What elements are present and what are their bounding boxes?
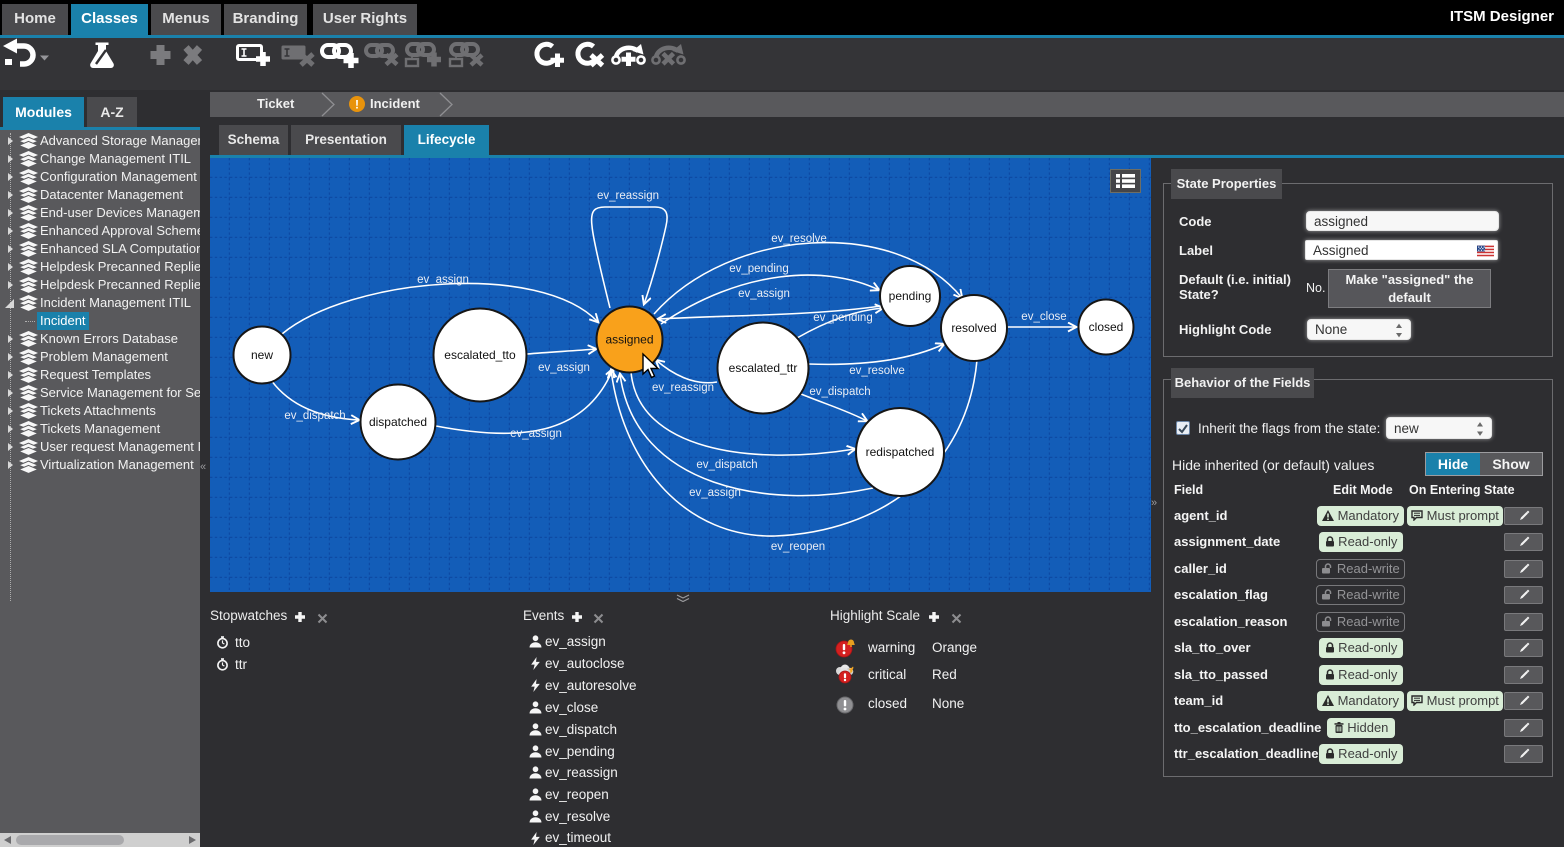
- svg-text:ev_dispatch: ev_dispatch: [696, 459, 757, 471]
- svg-text:ev_assign: ev_assign: [689, 487, 741, 499]
- svg-text:dispatched: dispatched: [369, 415, 427, 429]
- svg-text:new: new: [251, 348, 273, 362]
- svg-text:escalated_ttr: escalated_ttr: [729, 361, 798, 375]
- svg-text:ev_assign: ev_assign: [510, 428, 562, 440]
- svg-text:ev_pending: ev_pending: [813, 312, 872, 324]
- svg-text:pending: pending: [889, 289, 932, 303]
- svg-text:ev_reassign: ev_reassign: [652, 382, 714, 394]
- svg-text:ev_reopen: ev_reopen: [771, 541, 825, 553]
- svg-text:ev_dispatch: ev_dispatch: [284, 410, 345, 422]
- svg-text:redispatched: redispatched: [866, 445, 935, 459]
- svg-text:ev_pending: ev_pending: [729, 263, 788, 275]
- svg-text:resolved: resolved: [951, 321, 996, 335]
- svg-text:ev_resolve: ev_resolve: [849, 365, 905, 377]
- svg-text:ev_assign: ev_assign: [538, 362, 590, 374]
- svg-text:closed: closed: [1089, 320, 1124, 334]
- svg-text:ev_reassign: ev_reassign: [597, 190, 659, 202]
- svg-text:ev_dispatch: ev_dispatch: [809, 386, 870, 398]
- svg-text:ev_assign: ev_assign: [417, 274, 469, 286]
- svg-text:!: !: [355, 98, 359, 112]
- svg-text:ev_close: ev_close: [1021, 311, 1066, 323]
- svg-text:ev_assign: ev_assign: [738, 288, 790, 300]
- svg-text:assigned: assigned: [605, 333, 653, 347]
- svg-text:escalated_tto: escalated_tto: [444, 348, 516, 362]
- svg-text:ev_resolve: ev_resolve: [771, 233, 827, 245]
